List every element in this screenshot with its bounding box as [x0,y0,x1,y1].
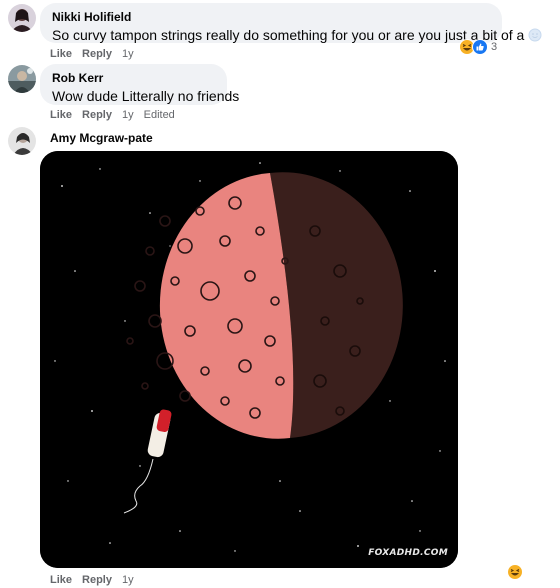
comment-text: Wow dude Litterally no friends [52,88,240,104]
comment-timestamp[interactable]: 1y [122,108,134,122]
face-emoji-icon [528,28,542,42]
profile-photo [8,65,36,93]
like-button[interactable]: Like [50,108,72,122]
reaction-summary[interactable] [507,563,523,581]
comment-text: So curvy tampon strings really do someth… [52,26,542,45]
reaction-count: 3 [491,41,498,53]
comment-text-body: So curvy tampon strings really do someth… [52,27,525,43]
like-reaction-icon [472,39,488,55]
comment-actions: Like Reply 1y [50,47,144,61]
comment-bubble: Rob Kerr Wow dude Litterally no friends [40,64,240,105]
comment-timestamp[interactable]: 1y [122,47,134,61]
avatar[interactable] [8,4,36,32]
avatar[interactable] [8,127,36,155]
reply-button[interactable]: Reply [82,47,112,61]
comment-bubble: Nikki Holifield So curvy tampon strings … [40,3,542,45]
comment-timestamp[interactable]: 1y [122,573,134,587]
edited-label[interactable]: Edited [144,108,175,122]
avatar[interactable] [8,65,36,93]
comment-actions: Like Reply 1y [50,573,144,587]
reply-button[interactable]: Reply [82,108,112,122]
comment-actions: Like Reply 1y Edited [50,108,185,122]
like-button[interactable]: Like [50,573,72,587]
profile-photo [8,4,36,32]
comment-author[interactable]: Nikki Holifield [52,10,490,25]
reply-button[interactable]: Reply [82,573,112,587]
like-button[interactable]: Like [50,47,72,61]
haha-emoji-icon [507,564,523,580]
gif-watermark: FOXADHD.COM [368,548,448,558]
gif-attachment[interactable]: FOXADHD.COM [40,151,458,568]
reaction-summary[interactable]: 3 [459,38,497,56]
comment-author[interactable]: Rob Kerr [52,71,215,86]
profile-photo [8,127,36,155]
tampon-moon-illustration [40,151,458,568]
comment-author[interactable]: Amy Mcgraw-pate [50,131,153,146]
